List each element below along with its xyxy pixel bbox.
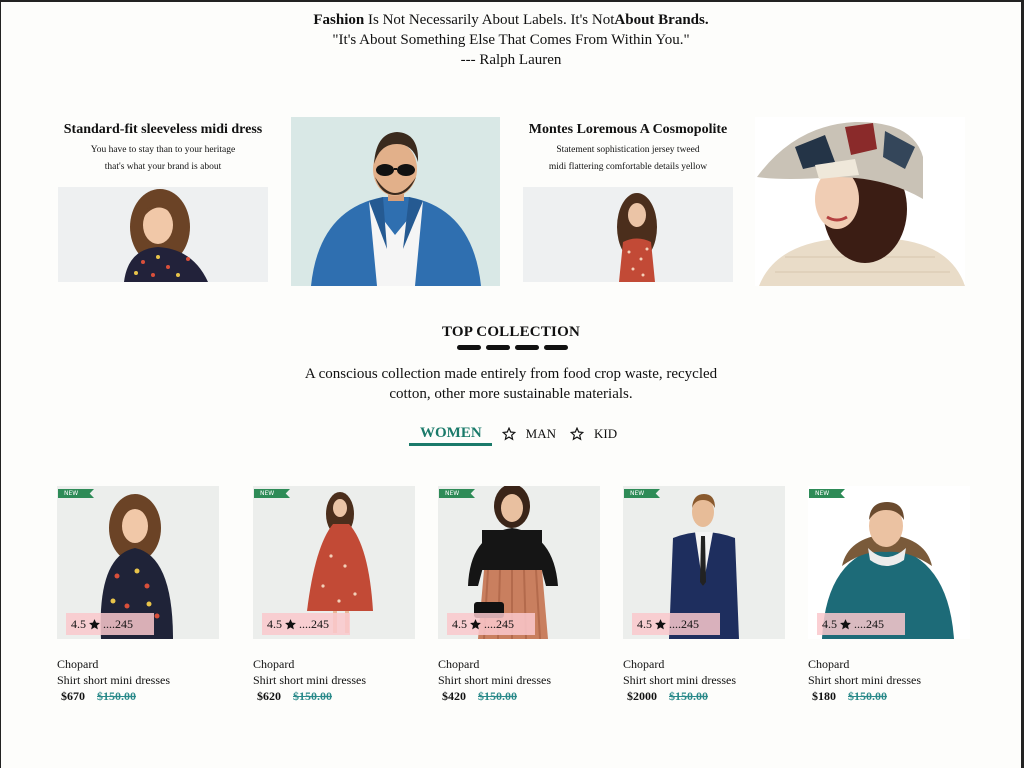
product-brand: Chopard [623,657,665,671]
feature-image-1[interactable] [58,187,268,282]
rating-pill: 4.5 ....245 [632,613,720,635]
star-filled-icon [470,618,481,629]
rating-pill: 4.5 ....245 [817,613,905,635]
product-brand: Chopard [57,657,99,671]
star-outline-icon [501,427,516,441]
feature-subtitle-1: You have to stay than to your heritage th… [90,145,236,172]
product-name[interactable]: Shirt short mini dresses [253,672,415,688]
product-image[interactable]: NEW 4.5 ....245 [253,486,415,639]
rating-pill: 4.5 ....245 [262,613,350,635]
tab-kid[interactable]: KID [570,426,617,442]
product-price-row: $670 $150.00 [61,689,136,703]
product-image[interactable]: NEW 4.5 ....245 [438,486,600,639]
feature-subtitle-2: Statement sophistication jersey tweed mid… [548,145,708,172]
product-name[interactable]: Shirt short mini dresses [57,672,219,688]
new-badge: NEW [58,489,94,498]
quote-line-1: Fashion Is Not Necessarily About Labels.… [313,12,709,28]
product-price-row: $180 $150.00 [812,689,887,703]
section-description: A conscious collection made entirely fro… [304,366,718,402]
new-badge: NEW [809,489,845,498]
tab-kid-label: KID [594,426,618,441]
feature-image-man[interactable] [291,117,500,286]
product-price-row: $620 $150.00 [257,689,332,703]
product-card[interactable]: NEW 4.5 ....245 Chopard Shirt short mini… [623,486,785,704]
feature-title-2[interactable]: Montes Loremous A Cosmopolite [523,122,733,138]
product-name[interactable]: Shirt short mini dresses [623,672,785,688]
new-badge: NEW [254,489,290,498]
tab-women[interactable]: WOMEN [409,423,492,446]
feature-image-2[interactable] [523,187,733,282]
quote-line-2: "It's About Something Else That Comes Fr… [332,32,690,48]
star-filled-icon [89,618,100,629]
product-card[interactable]: NEW 4.5 ....245 Chopard Shirt short mini… [438,486,600,704]
product-image[interactable]: NEW 4.5 ....245 [808,486,970,639]
product-image[interactable]: NEW 4.5 ....245 [57,486,219,639]
product-image[interactable]: NEW 4.5 ....245 [623,486,785,639]
tab-man[interactable]: MAN [501,426,557,442]
feature-title-1[interactable]: Standard-fit sleeveless midi dress [58,122,268,138]
product-price-row: $2000 $150.00 [627,689,708,703]
star-outline-icon [570,427,585,441]
product-brand: Chopard [438,657,480,671]
product-name[interactable]: Shirt short mini dresses [438,672,600,688]
new-badge: NEW [439,489,475,498]
product-price-row: $420 $150.00 [442,689,517,703]
feature-image-hat[interactable] [755,117,965,286]
product-name[interactable]: Shirt short mini dresses [808,672,970,688]
rating-pill: 4.5 ....245 [66,613,154,635]
hero-quote: Fashion Is Not Necessarily About Labels.… [1,10,1021,70]
category-tabs: WOMEN MAN KID [409,422,617,446]
product-brand: Chopard [253,657,295,671]
product-card[interactable]: NEW 4.5 ....245 Chopard Shirt short mini… [253,486,415,704]
star-filled-icon [285,618,296,629]
new-badge: NEW [624,489,660,498]
product-card[interactable]: NEW 4.5 ....245 Chopard Shirt short mini… [808,486,970,704]
product-card[interactable]: NEW 4.5 ....245 Chopard Shirt short mini… [57,486,219,704]
tab-man-label: MAN [525,426,557,441]
star-filled-icon [840,618,851,629]
star-filled-icon [655,618,666,629]
title-divider [457,345,568,350]
rating-pill: 4.5 ....245 [447,613,535,635]
quote-author: --- Ralph Lauren [460,52,562,68]
section-title: TOP COLLECTION [442,324,580,340]
product-brand: Chopard [808,657,850,671]
